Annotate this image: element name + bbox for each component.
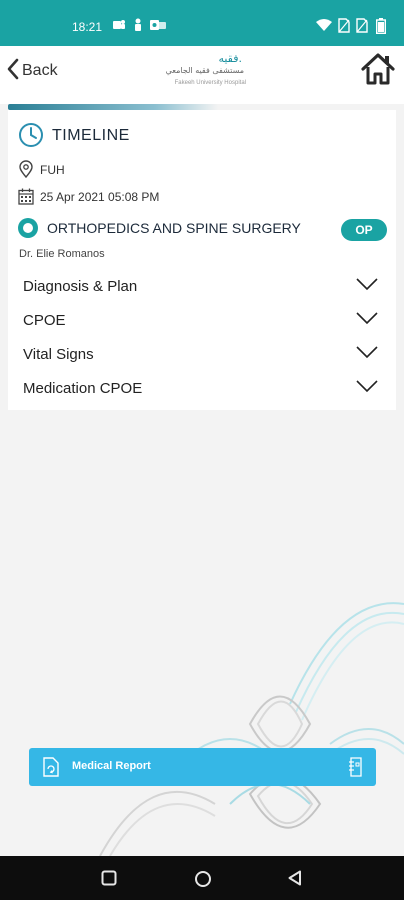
hospital-logo: فقيه. مستشفى فقيه الجامعي Fakeeh Univers… <box>154 52 250 92</box>
location-text: FUH <box>40 163 65 177</box>
chevron-down-icon <box>356 311 378 330</box>
status-time: 18:21 <box>72 20 103 34</box>
outlook-icon <box>150 18 166 32</box>
report-document-icon <box>348 757 364 782</box>
logo-arabic-name: مستشفى فقيه الجامعي <box>165 66 244 75</box>
section-label: Diagnosis & Plan <box>23 278 138 295</box>
content-area: TIMELINE FUH 25 Apr 2021 05:08 PM ORTHOP… <box>0 104 404 856</box>
document-refresh-icon <box>42 757 60 782</box>
doctor-name: Dr. Elie Romanos <box>19 248 105 260</box>
teams-icon <box>112 18 126 32</box>
no-sim-icon <box>338 18 350 34</box>
back-nav-button[interactable] <box>287 870 303 891</box>
section-medication-cpoe[interactable]: Medication CPOE <box>8 373 396 403</box>
battery-icon <box>375 18 387 35</box>
system-navigation-bar <box>0 856 404 900</box>
back-label: Back <box>22 62 58 79</box>
visit-type-badge: OP <box>341 219 387 241</box>
back-button[interactable]: Back <box>6 56 58 86</box>
radio-dot-icon <box>18 218 38 238</box>
section-label: Vital Signs <box>23 346 94 363</box>
recent-apps-button[interactable] <box>101 870 117 891</box>
section-label: CPOE <box>23 312 66 329</box>
logo-mark: فقيه. <box>218 52 242 65</box>
chevron-left-icon <box>6 58 20 85</box>
location-pin-icon <box>19 160 33 183</box>
chevron-down-icon <box>356 345 378 364</box>
calendar-icon <box>18 188 34 210</box>
chevron-down-icon <box>356 277 378 296</box>
timeline-card: TIMELINE FUH 25 Apr 2021 05:08 PM ORTHOP… <box>8 110 396 410</box>
section-vital-signs[interactable]: Vital Signs <box>8 339 396 369</box>
chevron-down-icon <box>356 379 378 398</box>
visit-datetime: 25 Apr 2021 05:08 PM <box>40 190 160 204</box>
clock-icon <box>18 122 44 153</box>
section-label: Medication CPOE <box>23 380 143 397</box>
section-diagnosis-plan[interactable]: Diagnosis & Plan <box>8 271 396 301</box>
home-nav-button[interactable] <box>194 870 212 893</box>
section-cpoe[interactable]: CPOE <box>8 305 396 335</box>
home-button[interactable] <box>360 52 396 91</box>
logo-latin-name: Fakeeh University Hospital <box>174 80 246 86</box>
department-name: ORTHOPEDICS AND SPINE SURGERY <box>47 220 301 236</box>
person-icon <box>132 18 144 32</box>
timeline-title: TIMELINE <box>52 127 130 144</box>
home-icon <box>360 53 396 90</box>
app-header: Back فقيه. مستشفى فقيه الجامعي Fakeeh Un… <box>0 46 404 104</box>
medical-report-label: Medical Report <box>72 760 151 772</box>
wifi-icon <box>316 18 332 34</box>
no-sim-icon <box>356 18 368 34</box>
medical-report-button[interactable]: Medical Report <box>29 748 376 786</box>
status-bar: 18:21 <box>0 0 404 46</box>
